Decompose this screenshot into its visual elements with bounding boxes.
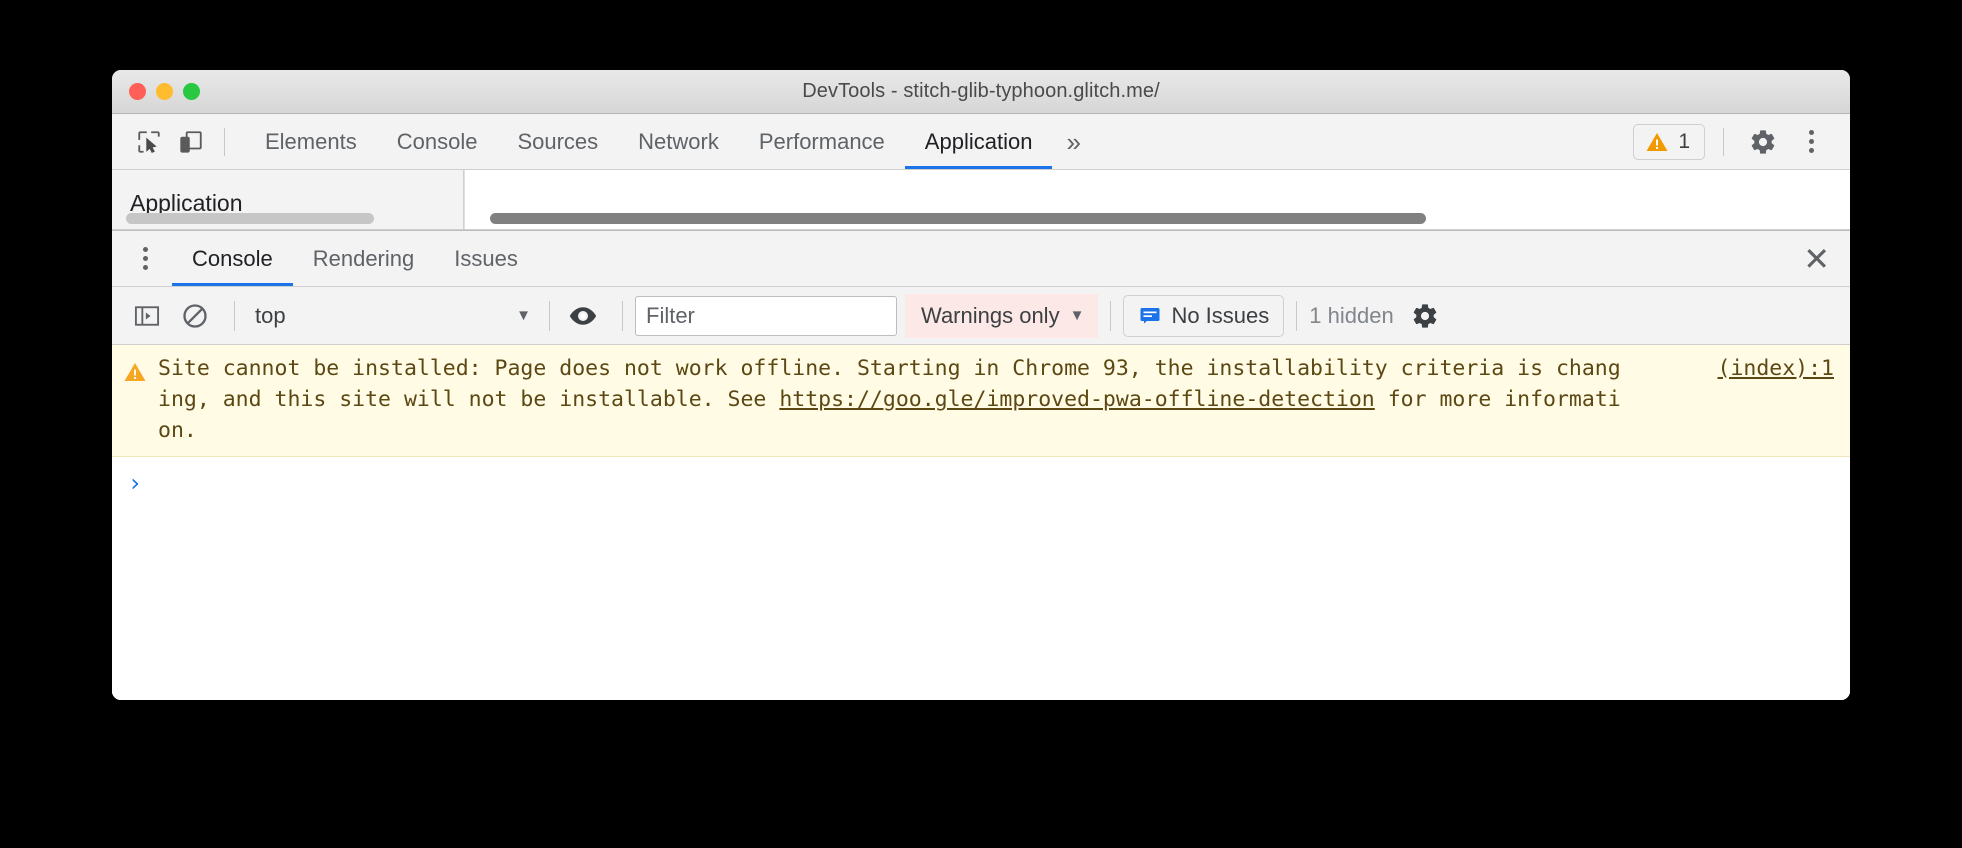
console-settings-gear-icon[interactable] xyxy=(1404,295,1446,337)
drawer-tab-label: Rendering xyxy=(312,245,415,271)
drawer-tab-rendering[interactable]: Rendering xyxy=(293,231,435,286)
close-window-button[interactable] xyxy=(129,83,146,100)
toolbar-divider xyxy=(549,300,550,331)
console-filter-input[interactable]: Filter xyxy=(635,295,897,336)
tab-label: Elements xyxy=(265,128,357,154)
tab-label: Performance xyxy=(758,128,885,154)
warning-triangle-icon xyxy=(1646,132,1668,151)
tab-label: Application xyxy=(924,128,1033,154)
warning-triangle-icon xyxy=(112,353,158,446)
application-sidebar-scrollbar[interactable] xyxy=(126,213,374,224)
toolbar-divider xyxy=(224,127,225,156)
execution-context-value: top xyxy=(255,302,286,328)
tab-console[interactable]: Console xyxy=(377,114,498,169)
toolbar-divider xyxy=(1296,300,1298,331)
execution-context-selector[interactable]: top ▼ xyxy=(247,296,537,336)
close-drawer-icon[interactable]: ✕ xyxy=(1803,243,1830,275)
minimize-window-button[interactable] xyxy=(156,83,173,100)
tab-sources[interactable]: Sources xyxy=(497,114,618,169)
console-filter-placeholder: Filter xyxy=(646,302,695,328)
devtools-main-toolbar: Elements Console Sources Network Perform… xyxy=(112,114,1850,170)
traffic-lights xyxy=(129,83,200,100)
window-titlebar: DevTools - stitch-glib-typhoon.glitch.me… xyxy=(112,70,1850,114)
chevron-down-icon: ▼ xyxy=(516,307,531,324)
console-message-source-link[interactable]: (index):1 xyxy=(1718,356,1835,381)
console-message-text: Site cannot be installed: Page does not … xyxy=(158,353,1630,446)
toolbar-divider xyxy=(622,300,623,331)
toolbar-divider xyxy=(234,300,235,331)
console-sidebar-icon[interactable] xyxy=(126,295,168,337)
inspect-cursor-icon[interactable] xyxy=(128,121,170,163)
console-toolbar: top ▼ Filter Warnings only ▼ No Issues 1… xyxy=(112,287,1850,345)
devtools-more-menu-icon[interactable] xyxy=(1790,121,1832,163)
console-level-value: Warnings only xyxy=(921,302,1060,328)
clear-console-icon[interactable] xyxy=(174,295,216,337)
issues-button[interactable]: No Issues xyxy=(1123,294,1285,337)
drawer-more-menu-icon[interactable] xyxy=(124,238,166,280)
tab-elements[interactable]: Elements xyxy=(245,114,377,169)
application-panel: Application xyxy=(112,170,1850,230)
console-warning-message[interactable]: Site cannot be installed: Page does not … xyxy=(112,345,1850,457)
tab-performance[interactable]: Performance xyxy=(739,114,905,169)
tab-label: Network xyxy=(638,128,719,154)
gear-icon[interactable] xyxy=(1742,121,1784,163)
console-prompt-arrow-icon: › xyxy=(127,469,143,497)
issues-button-label: No Issues xyxy=(1171,302,1270,328)
warning-count: 1 xyxy=(1678,129,1690,153)
toolbar-divider xyxy=(1110,300,1112,331)
drawer-tab-label: Console xyxy=(192,245,273,271)
tab-application[interactable]: Application xyxy=(904,114,1053,169)
window-title: DevTools - stitch-glib-typhoon.glitch.me… xyxy=(802,80,1160,102)
console-prompt-row[interactable]: › xyxy=(112,457,1850,517)
toolbar-divider xyxy=(1723,127,1724,156)
tab-label: Console xyxy=(396,128,478,154)
drawer-tab-bar: Console Rendering Issues ✕ xyxy=(112,231,1850,287)
console-level-selector[interactable]: Warnings only ▼ xyxy=(905,293,1099,338)
device-toolbar-icon[interactable] xyxy=(170,121,212,163)
drawer-tab-console[interactable]: Console xyxy=(172,231,293,286)
zoom-window-button[interactable] xyxy=(183,83,200,100)
hidden-messages-count: 1 hidden xyxy=(1309,302,1394,328)
drawer-tab-issues[interactable]: Issues xyxy=(434,231,538,286)
issues-message-icon xyxy=(1140,307,1160,323)
tab-label: Sources xyxy=(517,128,599,154)
console-message-list[interactable]: Site cannot be installed: Page does not … xyxy=(112,345,1850,700)
drawer-tab-label: Issues xyxy=(454,245,518,271)
application-content-scrollbar[interactable] xyxy=(490,213,1426,224)
console-drawer: Console Rendering Issues ✕ top ▼ Filter … xyxy=(112,230,1850,700)
devtools-tab-list: Elements Console Sources Network Perform… xyxy=(245,114,1095,169)
warning-count-badge[interactable]: 1 xyxy=(1633,123,1705,160)
devtools-window: DevTools - stitch-glib-typhoon.glitch.me… xyxy=(112,70,1850,700)
live-expression-icon[interactable] xyxy=(562,295,604,337)
toolbar-right-group: 1 xyxy=(1633,121,1838,163)
tab-network[interactable]: Network xyxy=(618,114,739,169)
message-link[interactable]: https://goo.gle/improved-pwa-offline-det… xyxy=(779,387,1374,412)
chevron-down-icon: ▼ xyxy=(1069,307,1085,324)
more-tabs-icon[interactable]: » xyxy=(1052,129,1094,155)
